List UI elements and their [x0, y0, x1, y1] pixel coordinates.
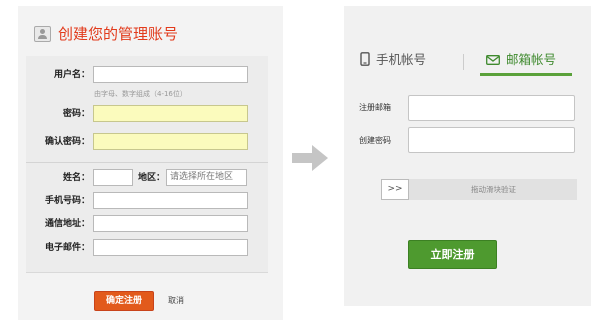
envelope-icon	[486, 55, 500, 65]
confirm-password-input[interactable]	[93, 133, 248, 150]
cancel-link[interactable]: 取消	[168, 295, 184, 306]
phone-input[interactable]	[93, 192, 248, 209]
phone-label: 手机号码：	[44, 196, 90, 206]
address-label: 通信地址：	[44, 219, 90, 229]
register-now-button[interactable]: 立即注册	[408, 240, 497, 269]
form-divider	[26, 162, 268, 163]
address-input[interactable]	[93, 215, 248, 232]
create-password-input[interactable]	[408, 127, 575, 153]
name-label: 姓名：	[62, 173, 90, 183]
username-label: 用户名：	[53, 70, 90, 80]
tab-divider	[463, 54, 464, 70]
email-input[interactable]	[93, 239, 248, 256]
slider-verification-text: 拖动滑块验证	[471, 185, 516, 194]
username-input[interactable]	[93, 66, 248, 83]
arrow-right-icon	[292, 145, 328, 171]
active-tab-underline	[480, 73, 572, 76]
password-label: 密码：	[62, 109, 90, 119]
tab-phone-label: 手机帐号	[376, 52, 427, 67]
register-email-label: 注册邮箱	[359, 103, 391, 112]
region-select[interactable]: 请选择所在地区	[166, 169, 247, 186]
password-input[interactable]	[93, 105, 248, 122]
username-hint: 由字母、数字组成（4-16位）	[94, 90, 187, 98]
tab-email-account[interactable]: 邮箱帐号	[486, 50, 556, 70]
email-label: 电子邮件：	[44, 243, 90, 253]
region-label: 地区：	[137, 173, 165, 183]
tab-email-label: 邮箱帐号	[506, 52, 557, 67]
register-email-input[interactable]	[408, 95, 575, 121]
user-card-icon	[34, 26, 51, 42]
left-page-title: 创建您的管理账号	[58, 25, 179, 43]
tab-phone-account[interactable]: 手机帐号	[360, 50, 426, 70]
create-password-label: 创建密码	[359, 136, 391, 145]
confirm-register-button[interactable]: 确定注册	[94, 291, 154, 311]
form-bottom-divider	[26, 272, 268, 273]
name-input[interactable]	[93, 169, 133, 186]
slider-handle[interactable]: >>	[381, 179, 409, 200]
mobile-phone-icon	[360, 52, 370, 66]
confirm-password-label: 确认密码：	[44, 137, 90, 147]
